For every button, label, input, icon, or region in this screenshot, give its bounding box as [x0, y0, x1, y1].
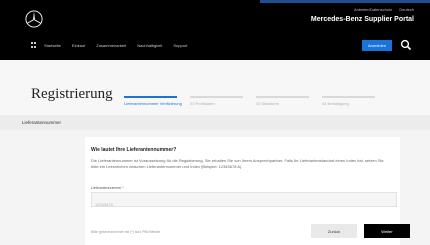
step-2-label: 03 Profildaten [190, 101, 215, 106]
step-4-progress-bar [322, 96, 375, 98]
main-navigation: Startseite Einkauf Zusammenarbeit Nachha… [31, 42, 187, 48]
legal-links: Anbieter/Datenschutz Deutsch [348, 7, 414, 12]
required-fields-note: Bitte gekennzeichnet mit (*) sind Pflich… [91, 230, 161, 234]
portal-title: Mercedes-Benz Supplier Portal [310, 16, 414, 23]
nav-item-support[interactable]: Support [173, 43, 187, 48]
section-header: Lieferantennummer [0, 115, 430, 130]
step-4: 04 Bestätigung [322, 96, 382, 106]
supplier-number-label: Lieferantennummer * [91, 186, 124, 190]
nav-item-startseite[interactable]: Startseite [44, 43, 61, 48]
nav-item-nachhaltigkeit[interactable]: Nachhaltigkeit [137, 43, 162, 48]
form-area: Wie lautet Ihre Lieferantennummer? Die L… [0, 130, 430, 245]
menu-grid-icon[interactable] [31, 42, 37, 48]
step-3: 03 Standorte [256, 96, 316, 106]
form-explanation: Die Lieferantennummer ist Voraussetzung … [91, 158, 384, 169]
step-3-label: 03 Standorte [256, 101, 279, 106]
language-selector[interactable]: Deutsch [399, 7, 414, 12]
step-3-progress-bar [256, 96, 309, 98]
step-2: 03 Profildaten [190, 96, 250, 106]
supplier-number-field [91, 192, 397, 211]
step-2-progress-bar [190, 96, 243, 98]
section-title: Lieferantennummer [22, 120, 62, 125]
step-1-label: Lieferantennummer Verifizierung [124, 101, 182, 106]
search-icon[interactable] [400, 39, 412, 51]
nav-item-zusammenarbeit[interactable]: Zusammenarbeit [96, 43, 126, 48]
legal-link-imprint[interactable]: Anbieter/Datenschutz [354, 7, 392, 12]
next-button[interactable]: Weiter [364, 224, 410, 238]
page-title: Registrierung [31, 86, 113, 102]
step-1-progress-bar [124, 96, 177, 98]
header-accent-line [260, 0, 430, 3]
step-4-label: 04 Bestätigung [322, 101, 349, 106]
mercedes-star-logo[interactable] [25, 10, 43, 28]
registration-stepper: Registrierung Lieferantennummer Verifizi… [0, 60, 430, 115]
supplier-number-input[interactable] [92, 198, 396, 211]
nav-item-einkauf[interactable]: Einkauf [72, 43, 85, 48]
step-1: Lieferantennummer Verifizierung [124, 96, 184, 106]
login-button[interactable]: Anmelden [362, 40, 392, 51]
supplier-number-form: Wie lautet Ihre Lieferantennummer? Die L… [85, 137, 410, 245]
form-question: Wie lautet Ihre Lieferantennummer? [91, 147, 177, 153]
back-button[interactable]: Zurück [311, 224, 357, 238]
site-header: Anbieter/Datenschutz Deutsch Mercedes-Be… [0, 0, 430, 60]
